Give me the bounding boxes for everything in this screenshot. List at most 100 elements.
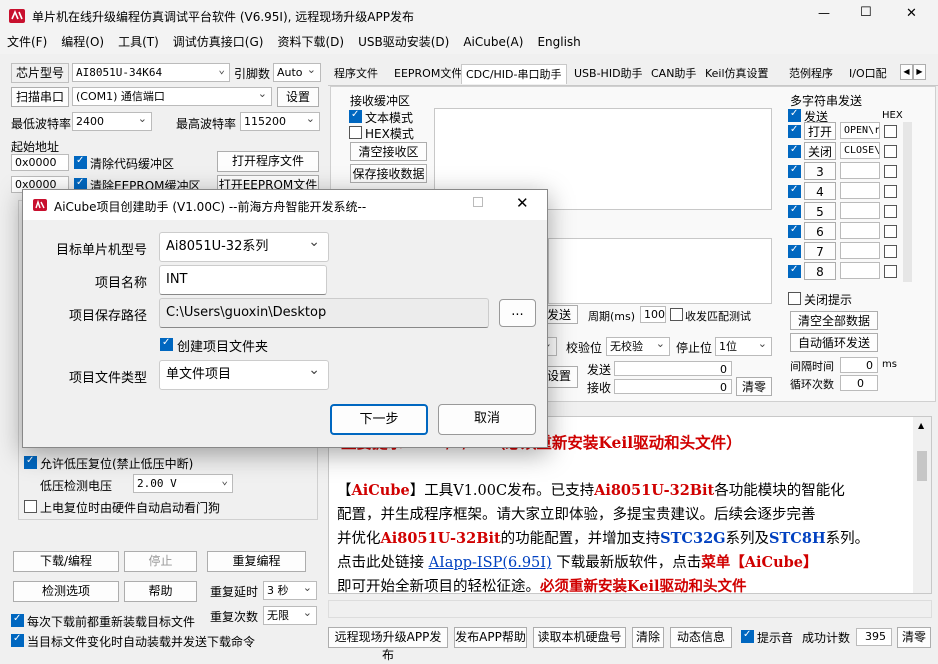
dialog-close-button[interactable]: ✕	[516, 194, 529, 212]
max-baud-select[interactable]: 115200	[240, 112, 320, 131]
maximize-button[interactable]: ☐	[860, 5, 872, 20]
cancel-button[interactable]: 取消	[438, 404, 536, 435]
clear-count-button[interactable]: 清零	[736, 377, 772, 396]
watchdog-checkbox[interactable]	[24, 500, 37, 513]
row5-string-input[interactable]	[840, 202, 880, 219]
row3-send-button[interactable]: 3	[804, 162, 836, 180]
port-settings-button[interactable]: 设置	[277, 87, 319, 107]
row6-checkbox[interactable]	[788, 224, 801, 238]
row2-hex-checkbox[interactable]	[884, 145, 897, 158]
menu-file[interactable]: 文件(F)	[0, 32, 54, 52]
row3-string-input[interactable]	[840, 162, 880, 179]
scan-port-button[interactable]: 扫描串口	[11, 87, 69, 107]
close-hint-checkbox[interactable]	[788, 292, 801, 305]
row6-hex-checkbox[interactable]	[884, 225, 897, 238]
row8-string-input[interactable]	[840, 262, 880, 279]
repeat-program-button[interactable]: 重复编程	[207, 551, 306, 572]
auto-loop-send-button[interactable]: 自动循环发送	[790, 333, 878, 352]
repeat-count-select[interactable]: 无限	[263, 606, 317, 625]
tab-usb-hid[interactable]: USB-HID助手	[570, 64, 647, 84]
row2-checkbox[interactable]	[788, 144, 801, 158]
match-send-checkbox[interactable]	[670, 308, 683, 321]
pin-count-select[interactable]: Auto	[273, 63, 321, 82]
row1-checkbox[interactable]	[788, 124, 801, 138]
row2-send-button[interactable]: 关闭	[804, 142, 836, 160]
row3-hex-checkbox[interactable]	[884, 165, 897, 178]
menu-english[interactable]: English	[530, 32, 587, 52]
news-download-link[interactable]: AIapp-ISP(6.95I)	[429, 555, 552, 571]
menu-debug[interactable]: 调试仿真接口(G)	[166, 32, 271, 52]
row4-checkbox[interactable]	[788, 184, 801, 198]
interval-input[interactable]: 0	[840, 357, 878, 373]
code-start-address[interactable]: 0x0000	[11, 154, 69, 171]
low-voltage-select[interactable]: 2.00 V	[133, 474, 233, 493]
row8-hex-checkbox[interactable]	[884, 265, 897, 278]
row4-send-button[interactable]: 4	[804, 182, 836, 200]
stop-bits-select[interactable]: 1位	[715, 337, 772, 356]
clear-code-checkbox[interactable]	[74, 155, 87, 169]
save-path-input[interactable]: C:\Users\guoxin\Desktop	[159, 298, 489, 328]
save-recv-button[interactable]: 保存接收数据	[350, 164, 427, 183]
row6-send-button[interactable]: 6	[804, 222, 836, 240]
dynamic-info-button[interactable]: 动态信息	[670, 627, 732, 648]
browse-button[interactable]: ...	[499, 299, 536, 327]
scroll-up-icon[interactable]: ▲	[918, 421, 924, 430]
stop-button[interactable]: 停止	[124, 551, 197, 572]
help-button[interactable]: 帮助	[124, 581, 197, 602]
row4-string-input[interactable]	[840, 182, 880, 199]
download-program-button[interactable]: 下载/编程	[13, 551, 119, 572]
tab-scroll-right[interactable]: ▶	[913, 64, 926, 80]
remote-upgrade-button[interactable]: 远程现场升级APP发布	[328, 627, 448, 662]
read-disk-button[interactable]: 读取本机硬盘号	[533, 627, 626, 648]
send-text-area[interactable]	[548, 238, 772, 304]
row7-string-input[interactable]	[840, 242, 880, 259]
menu-aicube[interactable]: AiCube(A)	[456, 32, 530, 52]
multi-send-all-checkbox[interactable]	[788, 108, 801, 122]
min-baud-select[interactable]: 2400	[72, 112, 152, 131]
project-name-input[interactable]: INT	[159, 265, 327, 295]
reset-count-button[interactable]: 清零	[897, 627, 931, 648]
row6-string-input[interactable]	[840, 222, 880, 239]
multi-send-scrollbar[interactable]	[903, 122, 912, 282]
row7-checkbox[interactable]	[788, 244, 801, 258]
chip-model-select[interactable]: AI8051U-34K64	[72, 63, 230, 82]
hscroll-bar[interactable]	[328, 600, 932, 618]
next-button[interactable]: 下一步	[330, 404, 428, 435]
row3-checkbox[interactable]	[788, 164, 801, 178]
tab-can[interactable]: CAN助手	[647, 64, 700, 84]
menu-program[interactable]: 编程(O)	[54, 32, 111, 52]
tab-scroll-left[interactable]: ◀	[900, 64, 913, 80]
publish-help-button[interactable]: 发布APP帮助	[454, 627, 527, 648]
open-program-file-button[interactable]: 打开程序文件	[217, 151, 319, 172]
row1-send-button[interactable]: 打开	[804, 122, 836, 140]
hex-mode-checkbox[interactable]	[349, 126, 362, 139]
create-folder-checkbox[interactable]	[160, 337, 173, 351]
tab-program-file[interactable]: 程序文件	[330, 64, 382, 84]
news-scrollbar[interactable]: ▲	[913, 417, 931, 593]
auto-reload-checkbox[interactable]	[11, 633, 24, 647]
menu-tools[interactable]: 工具(T)	[111, 32, 166, 52]
row4-hex-checkbox[interactable]	[884, 185, 897, 198]
beep-checkbox[interactable]	[741, 629, 754, 643]
project-type-select[interactable]: 单文件项目	[159, 356, 329, 390]
scroll-thumb[interactable]	[917, 451, 927, 481]
tab-examples[interactable]: 范例程序	[785, 64, 837, 84]
tab-serial-assistant[interactable]: CDC/HID-串口助手	[461, 64, 567, 84]
clear-info-button[interactable]: 清除	[632, 627, 664, 648]
tab-eeprom-file[interactable]: EEPROM文件	[390, 64, 466, 84]
parity-select[interactable]: 无校验	[606, 337, 670, 356]
port-select[interactable]: (COM1) 通信端口	[72, 87, 272, 106]
reload-each-checkbox[interactable]	[11, 613, 24, 627]
row8-send-button[interactable]: 8	[804, 262, 836, 280]
row5-send-button[interactable]: 5	[804, 202, 836, 220]
low-voltage-reset-checkbox[interactable]	[24, 455, 37, 469]
loop-count-input[interactable]: 0	[840, 375, 878, 391]
repeat-delay-select[interactable]: 3 秒	[263, 581, 317, 600]
period-input[interactable]: 100	[640, 306, 666, 323]
check-options-button[interactable]: 检测选项	[13, 581, 119, 602]
minimize-button[interactable]: —	[818, 6, 830, 20]
menu-download[interactable]: 资料下载(D)	[270, 32, 351, 52]
close-button[interactable]: ✕	[906, 6, 917, 21]
menu-usb-driver[interactable]: USB驱动安装(D)	[351, 32, 456, 52]
row2-string-input[interactable]: CLOSE\	[840, 142, 880, 159]
